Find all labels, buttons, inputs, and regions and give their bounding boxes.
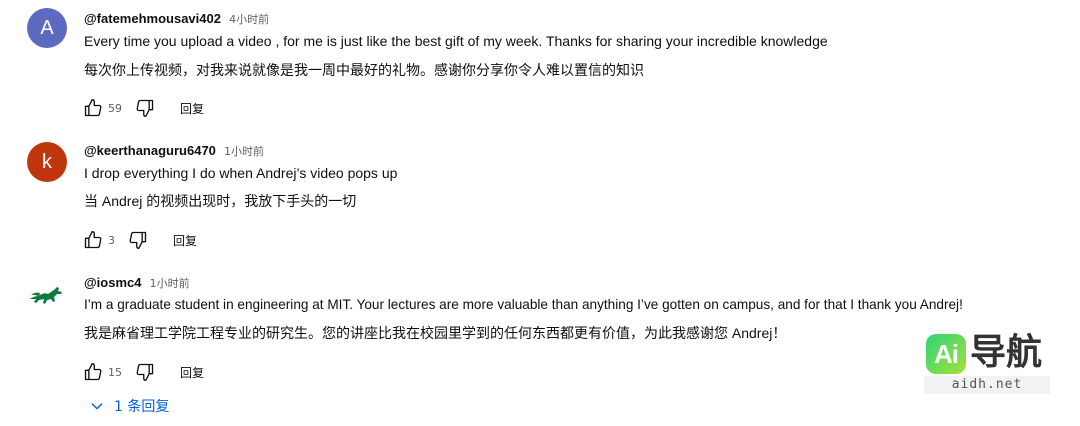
comment-text-en: Every time you upload a video , for me i… [84, 33, 828, 49]
chevron-down-icon [88, 397, 106, 415]
comment-time[interactable]: 1小时前 [224, 145, 264, 158]
comment-author[interactable]: @keerthanaguru6470 [84, 143, 216, 158]
watermark-url: aidh.net [924, 376, 1050, 394]
thumbs-down-icon[interactable] [134, 97, 156, 119]
thumbs-up-icon[interactable] [82, 229, 104, 251]
avatar-letter: A [40, 16, 54, 39]
reply-button[interactable]: 回复 [180, 100, 204, 117]
reply-button[interactable]: 回复 [173, 232, 197, 249]
comment-author[interactable]: @iosmc4 [84, 275, 141, 290]
comment-author[interactable]: @fatemehmousavi402 [84, 11, 221, 26]
comments-section: A @fatemehmousavi402 4小时前 Every time you… [0, 0, 1080, 426]
watermark-title: 导航 [970, 332, 1043, 373]
comment-text-en: I drop everything I do when Andrej’s vid… [84, 165, 398, 181]
comment-time[interactable]: 1小时前 [150, 277, 190, 290]
site-watermark: Ai 导航 aidh.net [924, 330, 1050, 396]
avatar[interactable] [27, 276, 67, 316]
comment-text-zh: 每次你上传视频，对我来说就像是我一周中最好的礼物。感谢你分享你令人难以置信的知识 [84, 62, 644, 78]
comment-header: @keerthanaguru6470 1小时前 [84, 143, 264, 159]
mustang-horse-icon [29, 287, 62, 304]
avatar[interactable]: A [27, 8, 67, 48]
comment-time[interactable]: 4小时前 [229, 13, 269, 26]
comment-text-en: I’m a graduate student in engineering at… [84, 297, 963, 312]
comment-header: @fatemehmousavi402 4小时前 [84, 11, 269, 27]
comment-actions: 59 回复 [82, 96, 204, 120]
comment-header: @iosmc4 1小时前 [84, 275, 190, 291]
comment-text-zh: 当 Andrej 的视频出现时，我放下手头的一切 [84, 193, 357, 209]
watermark-logo: Ai [926, 334, 966, 374]
comment-actions: 15 回复 [82, 360, 204, 384]
avatar[interactable]: k [27, 142, 67, 182]
avatar-letter: k [42, 150, 52, 173]
like-count: 59 [108, 101, 122, 115]
thumbs-up-icon[interactable] [82, 361, 104, 383]
comment-text-zh: 我是麻省理工学院工程专业的研究生。您的讲座比我在校园里学到的任何东西都更有价值，… [84, 325, 787, 341]
thumbs-up-icon[interactable] [82, 97, 104, 119]
comment-actions: 3 回复 [82, 228, 197, 252]
show-replies-label: 1 条回复 [114, 399, 170, 415]
like-count: 15 [108, 365, 122, 379]
thumbs-down-icon[interactable] [127, 229, 149, 251]
like-count: 3 [108, 233, 115, 247]
show-replies-button[interactable]: 1 条回复 [88, 396, 169, 416]
reply-button[interactable]: 回复 [180, 364, 204, 381]
thumbs-down-icon[interactable] [134, 361, 156, 383]
